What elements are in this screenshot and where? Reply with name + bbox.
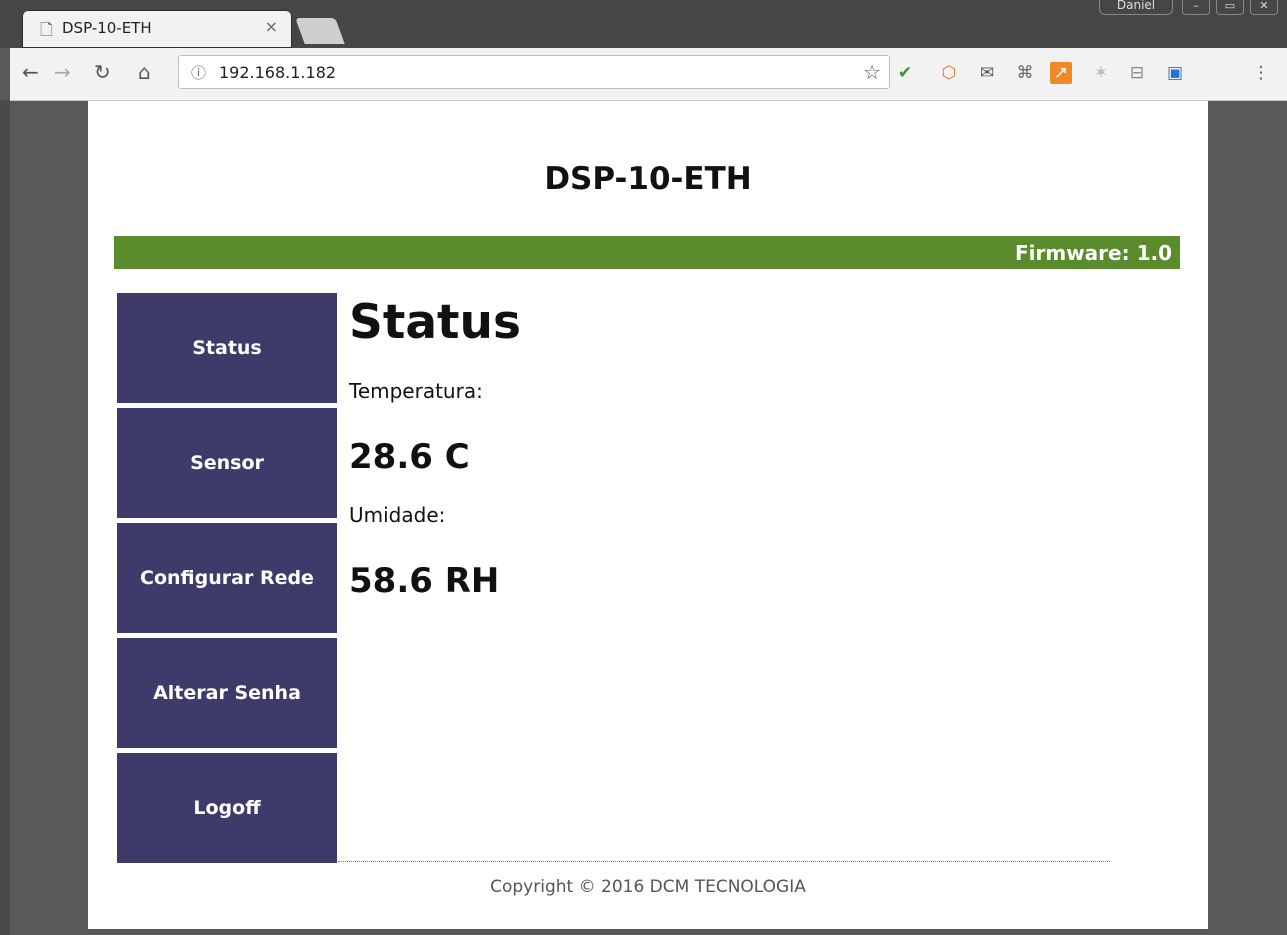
home-icon[interactable]: ⌂ <box>138 60 151 84</box>
status-content: Status Temperatura: 28.6 C Umidade: 58.6… <box>349 293 521 601</box>
close-icon[interactable]: × <box>265 17 278 36</box>
firmware-bar: Firmware: 1.0 <box>114 236 1180 269</box>
menu-item-logoff[interactable]: Logoff <box>117 753 337 863</box>
humidity-label: Umidade: <box>349 503 446 527</box>
new-tab-button[interactable] <box>295 18 345 44</box>
chart-extension-icon[interactable]: ↗ <box>1050 62 1072 84</box>
download-extension-icon[interactable]: ⊟ <box>1126 62 1148 84</box>
temperature-value: 28.6 C <box>349 437 470 477</box>
firmware-label: Firmware: 1.0 <box>1014 241 1172 265</box>
window-frame <box>0 100 10 935</box>
tab-strip: 🗋 DSP-10-ETH × Daniel – ▭ ✕ <box>0 0 1287 48</box>
tab-title: DSP-10-ETH <box>62 19 152 37</box>
profile-button[interactable]: Daniel <box>1099 0 1173 15</box>
forward-icon[interactable]: → <box>54 60 71 84</box>
address-bar[interactable]: ⓘ 192.168.1.182 ☆ <box>178 55 890 89</box>
humidity-value: 58.6 RH <box>349 561 500 601</box>
cast-extension-icon[interactable]: ▣ <box>1164 62 1186 84</box>
hexagon-extension-icon[interactable]: ⬡ <box>938 62 960 84</box>
tag-extension-icon[interactable]: ⌘ <box>1014 62 1036 84</box>
sidebar-menu: Status Sensor Configurar Rede Alterar Se… <box>117 293 337 868</box>
browser-toolbar: ← → ↻ ⌂ ⓘ 192.168.1.182 ☆ ✔ ⬡ ✉ ⌘ ↗ ✶ ⊟ … <box>10 48 1287 101</box>
star-extension-icon[interactable]: ✶ <box>1090 62 1112 84</box>
page-title: DSP-10-ETH <box>544 161 752 197</box>
url-text: 192.168.1.182 <box>219 63 337 82</box>
window-close-icon[interactable]: ✕ <box>1250 0 1278 15</box>
info-icon[interactable]: ⓘ <box>191 62 206 83</box>
check-extension-icon[interactable]: ✔ <box>894 62 916 84</box>
menu-item-alterar-senha[interactable]: Alterar Senha <box>117 638 337 748</box>
mail-extension-icon[interactable]: ✉ <box>976 62 998 84</box>
section-title: Status <box>349 295 521 350</box>
minimize-icon[interactable]: – <box>1182 0 1210 15</box>
copyright: Copyright © 2016 DCM TECNOLOGIA <box>490 877 806 897</box>
temperature-label: Temperatura: <box>349 379 483 403</box>
menu-dots-icon[interactable]: ⋮ <box>1250 62 1272 84</box>
browser-tab[interactable]: 🗋 DSP-10-ETH × <box>22 10 292 48</box>
menu-item-configurar-rede[interactable]: Configurar Rede <box>117 523 337 633</box>
menu-item-sensor[interactable]: Sensor <box>117 408 337 518</box>
footer-divider <box>338 861 1110 862</box>
page-icon: 🗋 <box>40 20 53 39</box>
menu-item-status[interactable]: Status <box>117 293 337 403</box>
reload-icon[interactable]: ↻ <box>94 60 111 84</box>
maximize-icon[interactable]: ▭ <box>1216 0 1244 15</box>
back-icon[interactable]: ← <box>22 60 39 84</box>
bookmark-star-icon[interactable]: ☆ <box>863 60 881 84</box>
web-page: DSP-10-ETH Firmware: 1.0 Status Sensor C… <box>88 101 1208 929</box>
